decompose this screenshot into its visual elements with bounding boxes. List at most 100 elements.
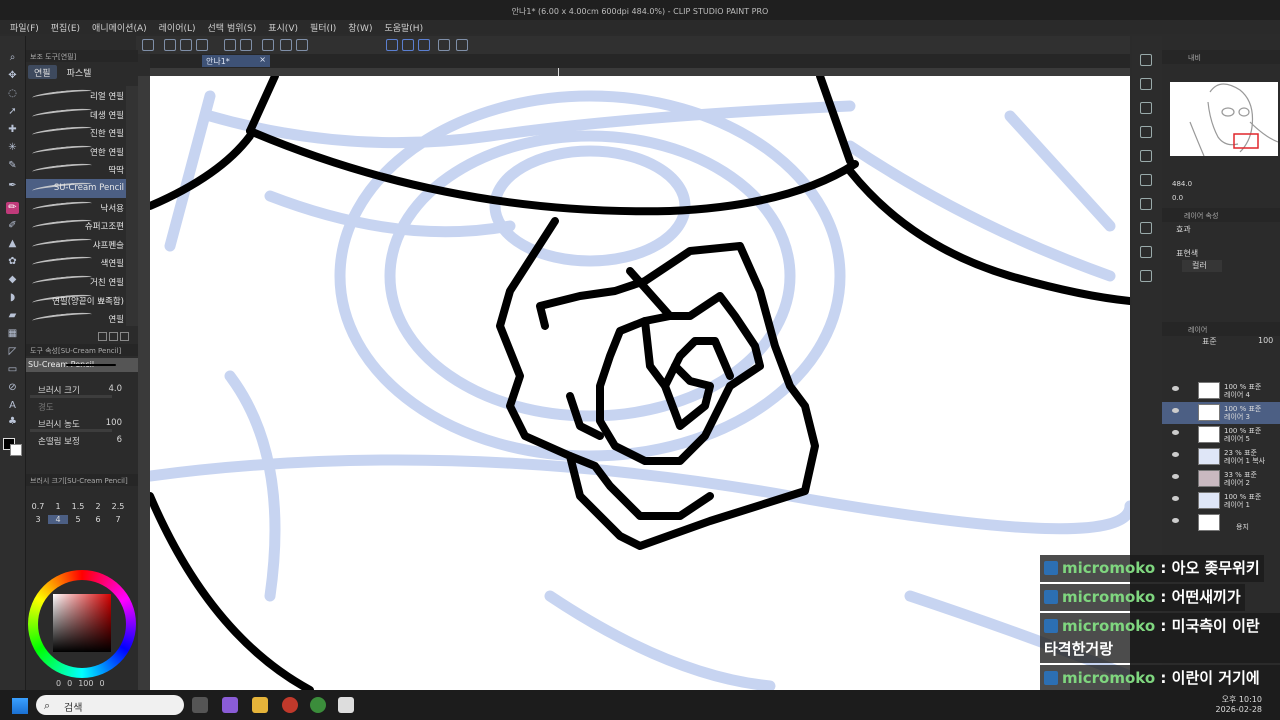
expression-color-select[interactable]: 컬러 xyxy=(1182,260,1222,272)
density-row[interactable]: 브러시 농도 100 xyxy=(26,416,138,433)
document-icon[interactable] xyxy=(438,39,450,51)
layer-row[interactable]: 100 % 표준 레이어 5 xyxy=(1162,424,1280,446)
zoom-value[interactable]: 484.0 xyxy=(1172,180,1192,188)
brush-item[interactable]: 색연필 xyxy=(26,253,126,272)
menu-layer[interactable]: 레이어(L) xyxy=(159,21,196,34)
menu-filter[interactable]: 필터(I) xyxy=(310,21,336,34)
operation-icon[interactable]: ➚ xyxy=(6,106,19,118)
tab-pencil[interactable]: 연필 xyxy=(28,65,57,79)
size-option[interactable]: 0.7 xyxy=(28,502,48,511)
windows-start-icon[interactable] xyxy=(12,698,28,714)
decoration-icon[interactable]: ✿ xyxy=(6,256,19,268)
menu-selection[interactable]: 선택 범위(S) xyxy=(208,21,257,34)
eraser-icon[interactable]: ◆ xyxy=(6,274,19,286)
undo-icon[interactable] xyxy=(224,39,236,51)
open-file-icon[interactable] xyxy=(164,39,176,51)
save-icon[interactable] xyxy=(180,39,192,51)
size-option[interactable]: 5 xyxy=(68,515,88,524)
navigator-thumbnail[interactable] xyxy=(1170,82,1278,156)
new-file-icon[interactable] xyxy=(142,39,154,51)
eye-icon[interactable] xyxy=(1172,496,1179,501)
file-explorer-icon[interactable] xyxy=(252,697,268,713)
eye-icon[interactable] xyxy=(1172,408,1179,413)
density-value[interactable]: 100 xyxy=(106,418,122,428)
brush-item[interactable]: 슈퍼고조편 xyxy=(26,216,126,235)
rotation-value[interactable]: 0.0 xyxy=(1172,194,1183,202)
document-icon[interactable] xyxy=(1140,222,1152,234)
drawing-canvas[interactable] xyxy=(150,76,1130,690)
snap-grid-icon[interactable] xyxy=(402,39,414,51)
extra-value[interactable]: 0 xyxy=(99,679,104,688)
brush-item[interactable]: 리얼 연필 xyxy=(26,86,126,105)
brush-item[interactable]: 연필 xyxy=(26,309,126,328)
menu-help[interactable]: 도움말(H) xyxy=(384,21,423,34)
brush-size-row[interactable]: 브러시 크기 4.0 xyxy=(26,382,138,399)
save-icon[interactable] xyxy=(1140,102,1152,114)
size-option[interactable]: 6 xyxy=(88,515,108,524)
task-view-icon[interactable] xyxy=(192,697,208,713)
layer-row[interactable]: 100 % 표준 레이어 1 xyxy=(1162,490,1280,512)
layer-row[interactable]: 23 % 표준 레이어 1 복사 xyxy=(1162,446,1280,468)
brush-item[interactable]: 딱딱 xyxy=(26,160,126,179)
copilot-icon[interactable] xyxy=(222,697,238,713)
clipboard-icon[interactable] xyxy=(1140,150,1152,162)
close-icon[interactable] xyxy=(1140,126,1152,138)
brush-item[interactable]: 거친 연필 xyxy=(26,272,126,291)
fill-bucket-icon[interactable]: ▰ xyxy=(6,310,19,322)
pencil-icon[interactable]: ✏ xyxy=(6,202,19,214)
lasso-icon[interactable]: ✚ xyxy=(6,124,19,136)
saturation-value[interactable]: 0 xyxy=(67,679,72,688)
eye-icon[interactable] xyxy=(1172,386,1179,391)
sub-color-swatch[interactable] xyxy=(10,444,22,456)
snap-ruler-icon[interactable] xyxy=(386,39,398,51)
text-icon[interactable]: A xyxy=(6,400,19,412)
export-icon[interactable] xyxy=(1140,246,1152,258)
stabilization-value[interactable]: 6 xyxy=(117,435,122,445)
select-icon[interactable]: ◌ xyxy=(6,88,19,100)
taskbar-search[interactable]: ⌕ 검색 xyxy=(36,695,184,715)
print-icon[interactable] xyxy=(196,39,208,51)
pen-icon[interactable]: ✒ xyxy=(6,180,19,192)
color-saturation-box[interactable] xyxy=(53,594,111,652)
delete-icon[interactable] xyxy=(120,332,129,341)
redo-icon[interactable] xyxy=(240,39,252,51)
balloon-icon[interactable]: ♣ xyxy=(6,416,19,428)
gradient-icon[interactable]: ▦ xyxy=(6,328,19,340)
fill-icon[interactable] xyxy=(280,39,292,51)
tab-pastel[interactable]: 파스텔 xyxy=(61,65,98,79)
layer-row[interactable]: 33 % 표준 레이어 2 xyxy=(1162,468,1280,490)
frame-icon[interactable]: ▭ xyxy=(6,364,19,376)
material-icon[interactable] xyxy=(1140,78,1152,90)
blend-icon[interactable]: ◗ xyxy=(6,292,19,304)
brush-item[interactable]: 진한 연필 xyxy=(26,123,126,142)
layer-opacity[interactable]: 100 xyxy=(1258,336,1273,345)
snap-perspective-icon[interactable] xyxy=(418,39,430,51)
brightness-value[interactable]: 100 xyxy=(78,679,93,688)
close-icon[interactable]: × xyxy=(259,55,266,64)
eyedropper-icon[interactable]: ✎ xyxy=(6,160,19,172)
brush-item[interactable]: 샤프펜슬 xyxy=(26,235,126,254)
chrome-icon[interactable] xyxy=(310,697,326,713)
brush-size-value[interactable]: 4.0 xyxy=(108,384,122,394)
size-option[interactable]: 3 xyxy=(28,515,48,524)
eye-icon[interactable] xyxy=(1172,430,1179,435)
brush-item-selected[interactable]: SU-Cream Pencil xyxy=(26,178,126,198)
menu-edit[interactable]: 편집(E) xyxy=(51,21,80,34)
add-subtool-icon[interactable] xyxy=(98,332,107,341)
brush-icon[interactable]: ✐ xyxy=(6,220,19,232)
obs-icon[interactable] xyxy=(282,697,298,713)
transform-icon[interactable] xyxy=(296,39,308,51)
search-icon[interactable] xyxy=(1140,54,1152,66)
duplicate-icon[interactable] xyxy=(109,332,118,341)
clip-studio-icon[interactable] xyxy=(338,697,354,713)
size-option[interactable]: 2 xyxy=(88,502,108,511)
size-option[interactable]: 2.5 xyxy=(108,502,128,511)
brush-item[interactable]: 낙서용 xyxy=(26,198,126,217)
eye-icon[interactable] xyxy=(1172,474,1179,479)
layer-row-paper[interactable]: 용지 xyxy=(1162,512,1280,534)
taskbar-clock[interactable]: 오후 10:10 2026-02-28 xyxy=(1216,695,1263,715)
size-option[interactable]: 1.5 xyxy=(68,502,88,511)
size-option[interactable]: 1 xyxy=(48,502,68,511)
menu-file[interactable]: 파일(F) xyxy=(10,21,39,34)
sub-tool-side-scroll[interactable] xyxy=(126,86,138,326)
